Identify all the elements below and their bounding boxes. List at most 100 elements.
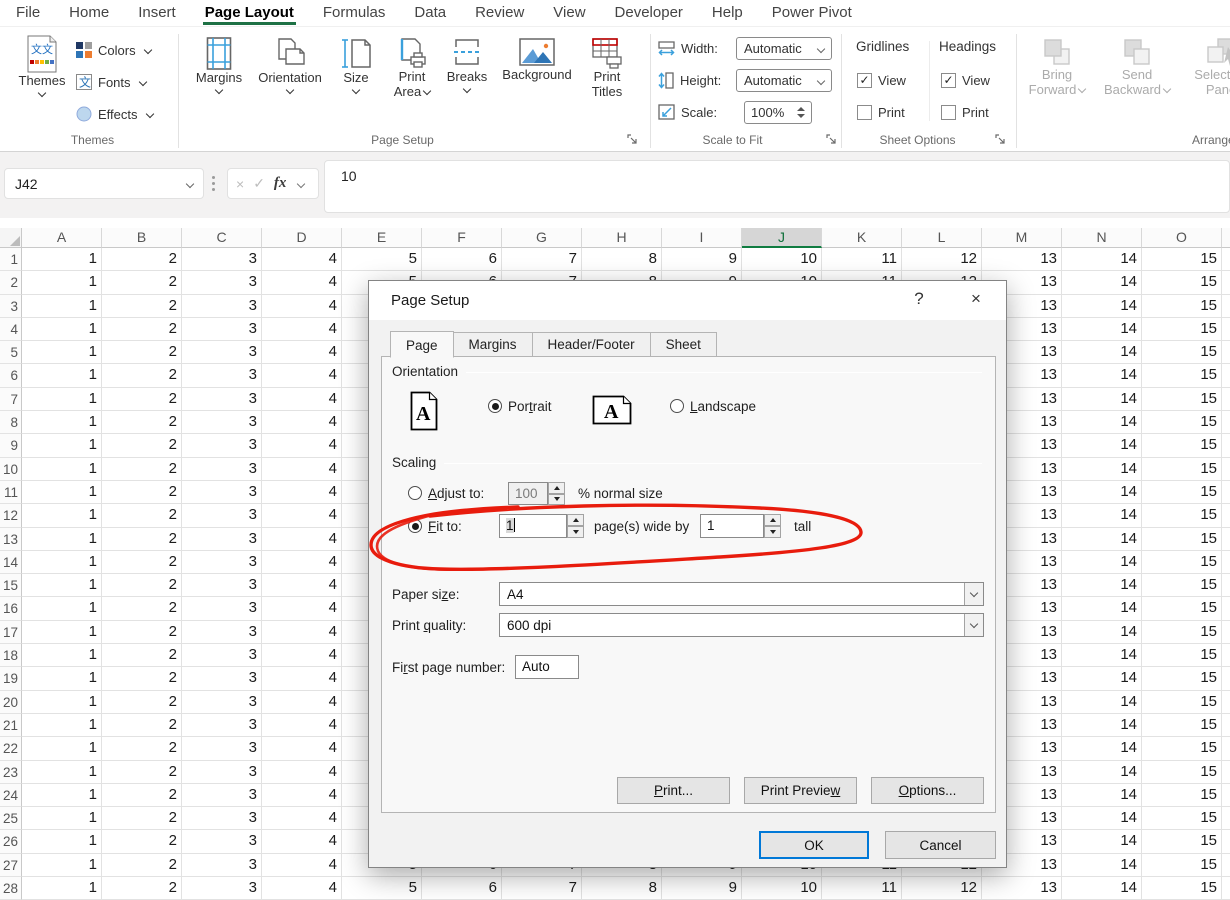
checkbox-icon[interactable]: ✓ bbox=[941, 73, 956, 88]
cell-C9[interactable]: 3 bbox=[182, 434, 262, 457]
cell-N25[interactable]: 14 bbox=[1062, 807, 1142, 830]
cell-D21[interactable]: 4 bbox=[262, 714, 342, 737]
cell-B27[interactable]: 2 bbox=[102, 854, 182, 877]
cell-O9[interactable]: 15 bbox=[1142, 434, 1222, 457]
row-header-10[interactable]: 10 bbox=[0, 458, 22, 481]
cell-K1[interactable]: 11 bbox=[822, 248, 902, 271]
cancel-button[interactable]: Cancel bbox=[885, 831, 996, 859]
cell-C13[interactable]: 3 bbox=[182, 528, 262, 551]
cell-C22[interactable]: 3 bbox=[182, 737, 262, 760]
cell-M1[interactable]: 13 bbox=[982, 248, 1062, 271]
cell-C20[interactable]: 3 bbox=[182, 691, 262, 714]
cell-F28[interactable]: 6 bbox=[422, 877, 502, 900]
cell-D1[interactable]: 4 bbox=[262, 248, 342, 271]
cell-D25[interactable]: 4 bbox=[262, 807, 342, 830]
gridlines-view-checkbox[interactable]: ✓ View bbox=[857, 69, 906, 91]
column-header-M[interactable]: M bbox=[982, 228, 1062, 248]
row-header-20[interactable]: 20 bbox=[0, 691, 22, 714]
theme-effects-button[interactable]: Effects bbox=[76, 103, 153, 125]
cell-N9[interactable]: 14 bbox=[1062, 434, 1142, 457]
cell-C1[interactable]: 3 bbox=[182, 248, 262, 271]
fit-to-radio[interactable] bbox=[408, 519, 422, 533]
row-header-21[interactable]: 21 bbox=[0, 714, 22, 737]
cell-N22[interactable]: 14 bbox=[1062, 737, 1142, 760]
row-header-25[interactable]: 25 bbox=[0, 807, 22, 830]
cell-O2[interactable]: 15 bbox=[1142, 271, 1222, 294]
cell-A5[interactable]: 1 bbox=[22, 341, 102, 364]
cell-C6[interactable]: 3 bbox=[182, 364, 262, 387]
cell-O12[interactable]: 15 bbox=[1142, 504, 1222, 527]
cell-A6[interactable]: 1 bbox=[22, 364, 102, 387]
cancel-formula-icon[interactable]: × bbox=[236, 176, 244, 192]
column-header-B[interactable]: B bbox=[102, 228, 182, 248]
row-header-12[interactable]: 12 bbox=[0, 504, 22, 527]
fit-to-label[interactable]: Fit to: bbox=[428, 519, 462, 534]
cell-O19[interactable]: 15 bbox=[1142, 667, 1222, 690]
background-button[interactable]: Background bbox=[496, 37, 578, 82]
cell-O14[interactable]: 15 bbox=[1142, 551, 1222, 574]
cell-A12[interactable]: 1 bbox=[22, 504, 102, 527]
cell-D8[interactable]: 4 bbox=[262, 411, 342, 434]
cell-B6[interactable]: 2 bbox=[102, 364, 182, 387]
cell-B21[interactable]: 2 bbox=[102, 714, 182, 737]
cell-A4[interactable]: 1 bbox=[22, 318, 102, 341]
print-area-button[interactable]: Print Area bbox=[386, 37, 438, 99]
cell-D11[interactable]: 4 bbox=[262, 481, 342, 504]
cell-B22[interactable]: 2 bbox=[102, 737, 182, 760]
dialog-tab-margins[interactable]: Margins bbox=[453, 332, 533, 357]
cell-B16[interactable]: 2 bbox=[102, 597, 182, 620]
cell-C4[interactable]: 3 bbox=[182, 318, 262, 341]
cell-O15[interactable]: 15 bbox=[1142, 574, 1222, 597]
cell-B19[interactable]: 2 bbox=[102, 667, 182, 690]
cell-B1[interactable]: 2 bbox=[102, 248, 182, 271]
cell-A7[interactable]: 1 bbox=[22, 388, 102, 411]
cell-A11[interactable]: 1 bbox=[22, 481, 102, 504]
enter-formula-icon[interactable]: ✓ bbox=[253, 175, 265, 192]
cell-A21[interactable]: 1 bbox=[22, 714, 102, 737]
cell-N6[interactable]: 14 bbox=[1062, 364, 1142, 387]
chevron-down-icon[interactable] bbox=[297, 179, 305, 187]
cell-N12[interactable]: 14 bbox=[1062, 504, 1142, 527]
cell-O13[interactable]: 15 bbox=[1142, 528, 1222, 551]
row-header-16[interactable]: 16 bbox=[0, 597, 22, 620]
cell-D4[interactable]: 4 bbox=[262, 318, 342, 341]
cell-N20[interactable]: 14 bbox=[1062, 691, 1142, 714]
first-page-number-input[interactable]: Auto bbox=[515, 655, 579, 679]
cell-O26[interactable]: 15 bbox=[1142, 830, 1222, 853]
fit-to-wide-input[interactable]: 1 bbox=[499, 514, 567, 538]
cell-A14[interactable]: 1 bbox=[22, 551, 102, 574]
row-header-13[interactable]: 13 bbox=[0, 528, 22, 551]
landscape-label[interactable]: Landscape bbox=[690, 399, 756, 414]
help-icon[interactable]: ? bbox=[907, 289, 931, 313]
cell-D17[interactable]: 4 bbox=[262, 621, 342, 644]
options-button[interactable]: Options... bbox=[871, 777, 984, 804]
cell-D26[interactable]: 4 bbox=[262, 830, 342, 853]
cell-A3[interactable]: 1 bbox=[22, 295, 102, 318]
cell-O22[interactable]: 15 bbox=[1142, 737, 1222, 760]
cell-M28[interactable]: 13 bbox=[982, 877, 1062, 900]
cell-A15[interactable]: 1 bbox=[22, 574, 102, 597]
cell-O17[interactable]: 15 bbox=[1142, 621, 1222, 644]
ribbon-tab-view[interactable]: View bbox=[551, 1, 587, 25]
adjust-to-input[interactable]: 100 bbox=[508, 482, 548, 505]
cell-C23[interactable]: 3 bbox=[182, 761, 262, 784]
cell-C14[interactable]: 3 bbox=[182, 551, 262, 574]
row-header-24[interactable]: 24 bbox=[0, 784, 22, 807]
ribbon-tab-data[interactable]: Data bbox=[412, 1, 448, 25]
decrement-icon[interactable] bbox=[797, 114, 805, 118]
cell-E1[interactable]: 5 bbox=[342, 248, 422, 271]
cell-A17[interactable]: 1 bbox=[22, 621, 102, 644]
row-header-4[interactable]: 4 bbox=[0, 318, 22, 341]
ribbon-tab-developer[interactable]: Developer bbox=[613, 1, 685, 25]
theme-colors-button[interactable]: Colors bbox=[76, 39, 151, 61]
cell-O24[interactable]: 15 bbox=[1142, 784, 1222, 807]
cell-D15[interactable]: 4 bbox=[262, 574, 342, 597]
cell-B15[interactable]: 2 bbox=[102, 574, 182, 597]
cell-B14[interactable]: 2 bbox=[102, 551, 182, 574]
increment-icon[interactable] bbox=[797, 107, 805, 111]
row-header-18[interactable]: 18 bbox=[0, 644, 22, 667]
headings-view-checkbox[interactable]: ✓ View bbox=[941, 69, 990, 91]
cell-C18[interactable]: 3 bbox=[182, 644, 262, 667]
column-header-L[interactable]: L bbox=[902, 228, 982, 248]
cell-N8[interactable]: 14 bbox=[1062, 411, 1142, 434]
